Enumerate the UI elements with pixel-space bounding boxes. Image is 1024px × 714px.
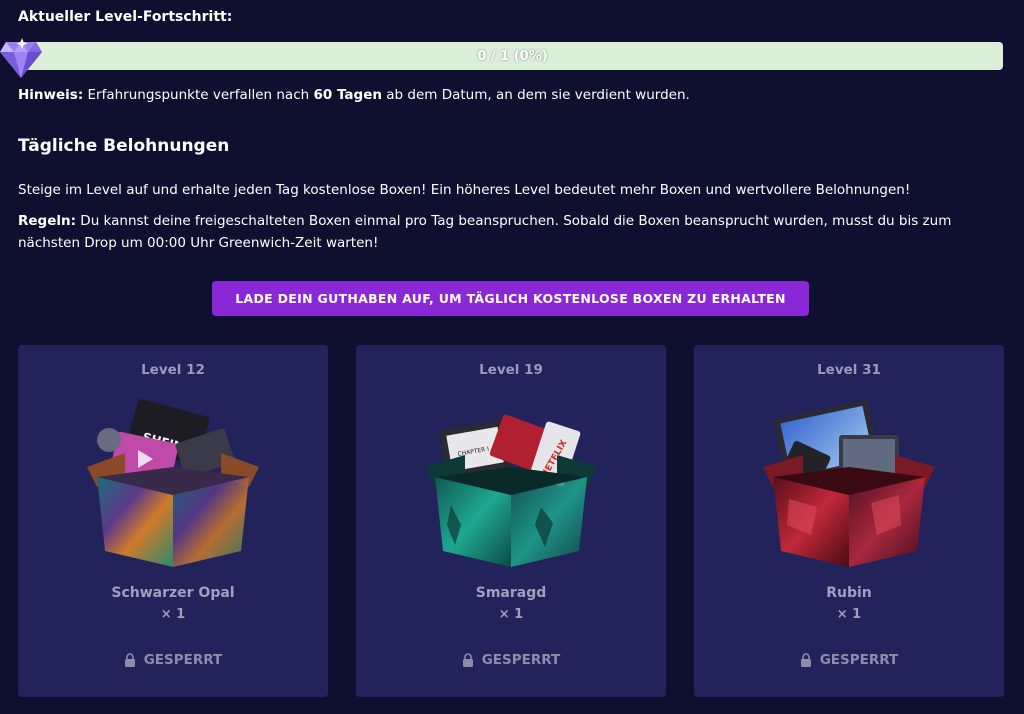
card-quantity: × 1	[498, 607, 524, 622]
rules-prefix: Regeln:	[18, 213, 77, 229]
progress-label: Aktueller Level-Fortschritt:	[18, 9, 233, 25]
card-name: Schwarzer Opal	[111, 585, 235, 601]
reward-card-opal[interactable]: Level 12 SHEIN Schwarzer Opal × 1 GESPER…	[18, 345, 328, 697]
card-locked-status: GESPERRT	[18, 652, 328, 668]
daily-rewards-title: Tägliche Belohnungen	[18, 136, 230, 156]
card-status-label: GESPERRT	[819, 652, 899, 668]
hint-prefix: Hinweis:	[18, 87, 84, 103]
emerald-box-icon: CHAPTER I NETFLIX	[425, 414, 597, 567]
diamond-gem-icon	[0, 38, 42, 78]
card-level: Level 31	[817, 362, 881, 378]
xp-expiry-hint: Hinweis: Erfahrungspunkte verfallen nach…	[18, 87, 690, 103]
rules-text: Du kannst deine freigeschalteten Boxen e…	[18, 213, 952, 251]
card-name: Rubin	[826, 585, 872, 601]
ruby-box-icon	[763, 400, 935, 567]
progress-text: 0 / 1 (0%)	[477, 48, 548, 64]
hint-text-before: Erfahrungspunkte verfallen nach	[83, 87, 314, 103]
level-progress-bar: 0 / 1 (0%)	[22, 42, 1003, 70]
reward-card-emerald[interactable]: Level 19 CHAPTER I NETFLIX Smaragd × 1 G…	[356, 345, 666, 697]
card-locked-status: GESPERRT	[694, 652, 1004, 668]
reward-card-ruby[interactable]: Level 31 Rubin × 1 GESPERRT	[694, 345, 1004, 697]
hint-text-after: ab dem Datum, an dem sie verdient wurden…	[381, 87, 690, 103]
hint-days: 60 Tagen	[313, 87, 382, 103]
card-status-label: GESPERRT	[481, 652, 561, 668]
daily-rewards-description: Steige im Level auf und erhalte jeden Ta…	[18, 182, 911, 198]
card-level: Level 19	[479, 362, 543, 378]
card-locked-status: GESPERRT	[356, 652, 666, 668]
lock-icon	[462, 653, 473, 667]
card-name: Smaragd	[475, 585, 547, 601]
card-quantity: × 1	[836, 607, 862, 622]
lock-icon	[124, 653, 135, 667]
card-level: Level 12	[141, 362, 205, 378]
deposit-cta-button[interactable]: LADE DEIN GUTHABEN AUF, UM TÄGLICH KOSTE…	[212, 281, 809, 316]
card-status-label: GESPERRT	[143, 652, 223, 668]
daily-rewards-rules: Regeln: Du kannst deine freigeschalteten…	[18, 210, 1008, 254]
lock-icon	[800, 653, 811, 667]
card-quantity: × 1	[160, 607, 186, 622]
opal-box-icon: SHEIN	[87, 398, 259, 567]
